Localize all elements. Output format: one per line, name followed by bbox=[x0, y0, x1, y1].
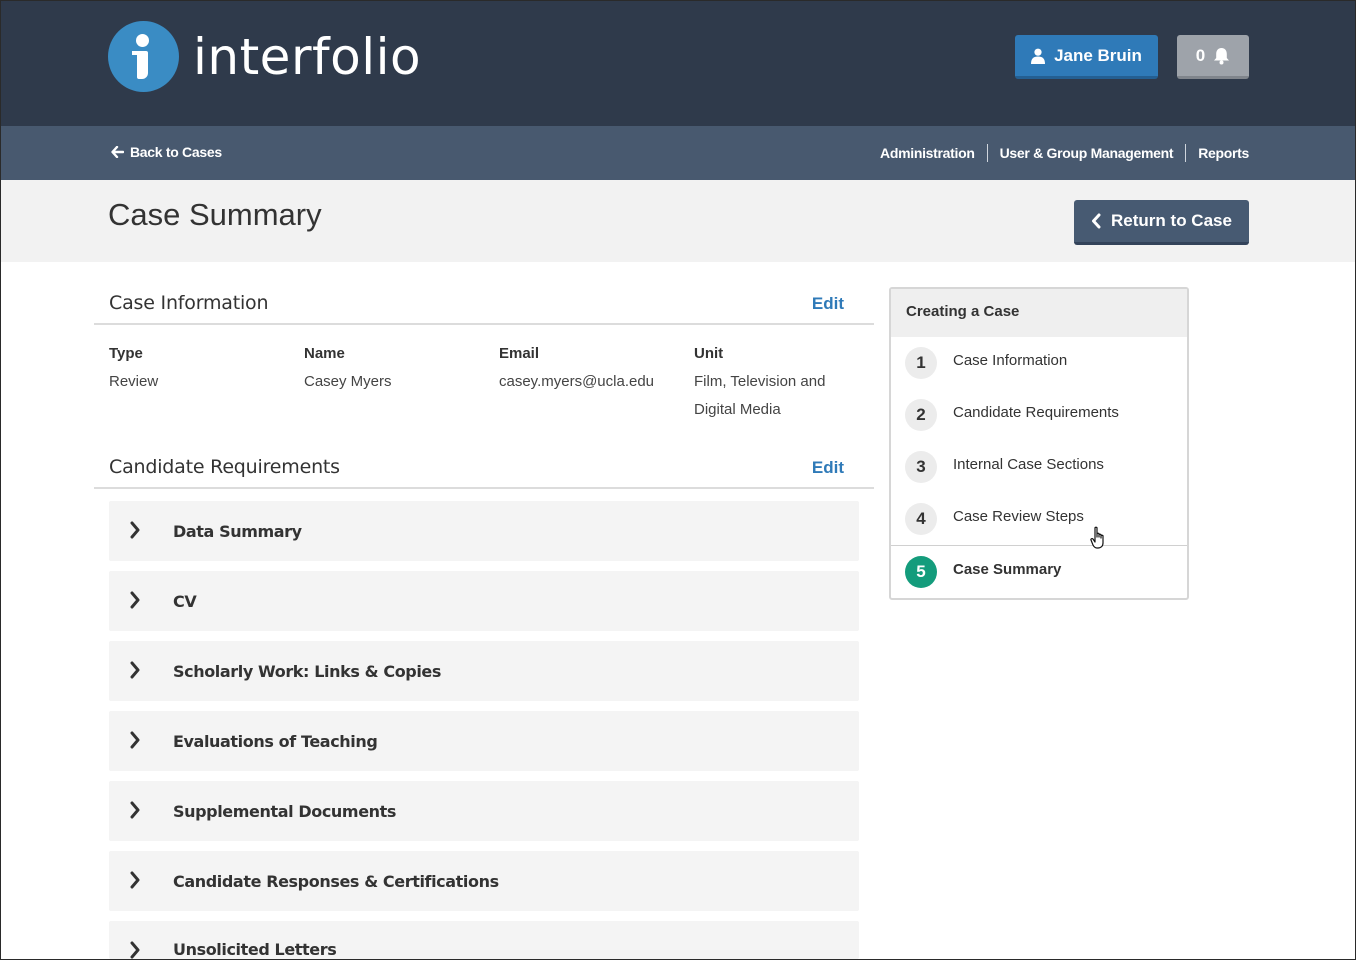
chevron-right-icon bbox=[130, 801, 140, 819]
nav-link-user-group-management[interactable]: User & Group Management bbox=[1000, 145, 1174, 161]
logo-wordmark: interfolio bbox=[193, 27, 422, 86]
back-to-cases-label: Back to Cases bbox=[130, 144, 222, 160]
step-label: Candidate Requirements bbox=[953, 404, 1119, 421]
interfolio-logo[interactable]: interfolio bbox=[108, 21, 421, 92]
step-case-summary[interactable]: 5 Case Summary bbox=[891, 545, 1187, 597]
nav-link-administration[interactable]: Administration bbox=[880, 145, 975, 161]
top-header: interfolio Jane Bruin 0 bbox=[1, 1, 1355, 126]
info-field-type: Type Review bbox=[109, 340, 158, 396]
step-number: 4 bbox=[905, 503, 937, 535]
logo-icon bbox=[108, 21, 179, 92]
step-case-information[interactable]: 1 Case Information bbox=[891, 337, 1187, 389]
back-to-cases-link[interactable]: Back to Cases bbox=[111, 144, 222, 160]
field-label: Email bbox=[499, 345, 540, 362]
info-field-unit: Unit Film, Television and Digital Media bbox=[694, 340, 859, 424]
secondary-nav: Back to Cases Administration User & Grou… bbox=[1, 126, 1355, 180]
arrow-left-icon bbox=[111, 146, 124, 158]
step-label: Internal Case Sections bbox=[953, 456, 1104, 473]
requirement-row[interactable]: Candidate Responses & Certifications bbox=[109, 851, 859, 911]
info-field-email: Email casey.myers@ucla.edu bbox=[499, 340, 654, 396]
admin-nav: Administration User & Group Management R… bbox=[880, 144, 1249, 162]
field-value: casey.myers@ucla.edu bbox=[499, 373, 655, 390]
requirement-label: CV bbox=[173, 591, 197, 611]
nav-divider bbox=[986, 144, 988, 162]
requirement-label: Scholarly Work: Links & Copies bbox=[173, 661, 441, 681]
requirement-row[interactable]: Supplemental Documents bbox=[109, 781, 859, 841]
notification-count: 0 bbox=[1195, 45, 1206, 65]
requirement-row[interactable]: Scholarly Work: Links & Copies bbox=[109, 641, 859, 701]
info-field-name: Name Casey Myers bbox=[304, 340, 392, 396]
requirement-row[interactable]: Evaluations of Teaching bbox=[109, 711, 859, 771]
return-to-case-label: Return to Case bbox=[1111, 211, 1232, 230]
user-icon bbox=[1031, 48, 1046, 64]
field-value: Review bbox=[109, 373, 159, 390]
step-number: 5 bbox=[905, 556, 937, 588]
requirement-row[interactable]: CV bbox=[109, 571, 859, 631]
step-label: Case Information bbox=[953, 352, 1068, 369]
field-label: Type bbox=[109, 345, 143, 362]
chevron-right-icon bbox=[130, 871, 140, 889]
chevron-right-icon bbox=[130, 661, 140, 679]
creating-a-case-panel: Creating a Case 1 Case Information 2 Can… bbox=[889, 287, 1189, 600]
requirement-label: Data Summary bbox=[173, 521, 302, 541]
step-number: 2 bbox=[905, 399, 937, 431]
candidate-requirements-title: Candidate Requirements bbox=[109, 456, 340, 478]
step-case-review-steps[interactable]: 4 Case Review Steps bbox=[891, 493, 1187, 545]
chevron-right-icon bbox=[130, 591, 140, 609]
user-name: Jane Bruin bbox=[1054, 45, 1142, 65]
step-candidate-requirements[interactable]: 2 Candidate Requirements bbox=[891, 389, 1187, 441]
requirement-row[interactable]: Data Summary bbox=[109, 501, 859, 561]
step-number: 1 bbox=[905, 347, 937, 379]
page-header: Case Summary Return to Case bbox=[1, 180, 1355, 262]
notifications-button[interactable]: 0 bbox=[1177, 35, 1249, 79]
requirement-row[interactable]: Unsolicited Letters bbox=[109, 921, 859, 959]
page-title: Case Summary bbox=[108, 197, 322, 232]
return-to-case-button[interactable]: Return to Case bbox=[1074, 200, 1249, 245]
chevron-left-icon bbox=[1092, 213, 1101, 229]
bell-icon bbox=[1214, 47, 1230, 64]
steps-panel-title: Creating a Case bbox=[891, 289, 1187, 337]
requirement-label: Candidate Responses & Certifications bbox=[173, 871, 499, 891]
requirement-label: Supplemental Documents bbox=[173, 801, 397, 821]
chevron-right-icon bbox=[130, 521, 140, 539]
nav-link-reports[interactable]: Reports bbox=[1198, 145, 1249, 161]
chevron-right-icon bbox=[130, 941, 140, 959]
user-menu-button[interactable]: Jane Bruin bbox=[1015, 35, 1158, 79]
field-value: Casey Myers bbox=[304, 373, 392, 390]
step-internal-case-sections[interactable]: 3 Internal Case Sections bbox=[891, 441, 1187, 493]
step-label: Case Summary bbox=[953, 561, 1062, 578]
candidate-requirements-header: Candidate Requirements Edit bbox=[94, 453, 874, 489]
requirement-label: Evaluations of Teaching bbox=[173, 731, 378, 751]
case-information-title: Case Information bbox=[109, 292, 269, 314]
field-value: Film, Television and Digital Media bbox=[694, 373, 826, 418]
field-label: Name bbox=[304, 345, 345, 362]
case-information-header: Case Information Edit bbox=[94, 289, 874, 325]
nav-divider bbox=[1185, 144, 1187, 162]
hand-pointer-icon bbox=[1090, 526, 1104, 549]
chevron-right-icon bbox=[130, 731, 140, 749]
step-number: 3 bbox=[905, 451, 937, 483]
field-label: Unit bbox=[694, 345, 724, 362]
case-information-edit-link[interactable]: Edit bbox=[812, 294, 844, 314]
candidate-requirements-edit-link[interactable]: Edit bbox=[812, 458, 844, 478]
requirement-label: Unsolicited Letters bbox=[173, 940, 337, 959]
step-label: Case Review Steps bbox=[953, 508, 1084, 525]
